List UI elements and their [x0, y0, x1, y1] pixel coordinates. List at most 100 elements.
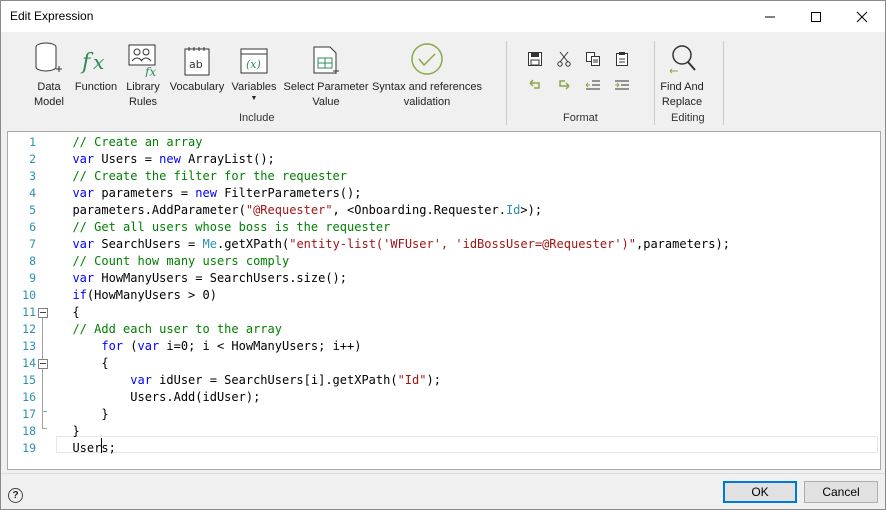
vocabulary-label: Vocabulary	[169, 81, 225, 93]
minimize-button[interactable]	[747, 1, 793, 32]
library-rules-icon: fx	[121, 37, 165, 77]
edit-expression-dialog: Edit Expression Data Model f x Function …	[0, 0, 886, 510]
maximize-icon	[811, 11, 821, 22]
find-replace-button[interactable]: Find And Replace	[657, 37, 707, 110]
select-parameter-icon	[283, 37, 369, 77]
ok-button[interactable]: OK	[723, 481, 797, 503]
line-number: 2	[29, 152, 36, 166]
cancel-button[interactable]: Cancel	[804, 481, 878, 503]
line-number: 5	[29, 203, 36, 217]
line-number: 1	[29, 135, 36, 149]
vocabulary-button[interactable]: ab Vocabulary	[167, 37, 227, 95]
code-line[interactable]: }	[58, 423, 880, 440]
line-number: 17	[22, 407, 36, 421]
line-number: 13	[22, 339, 36, 353]
code-line[interactable]: var Users = new ArrayList();	[58, 151, 880, 168]
fold-toggle[interactable]	[38, 308, 48, 318]
redo-icon[interactable]	[556, 77, 574, 95]
code-text[interactable]: // Create an array var Users = new Array…	[58, 134, 880, 457]
format-group-label: Format	[563, 112, 598, 124]
minimize-icon	[765, 16, 775, 17]
ribbon-divider	[723, 41, 724, 125]
indent-icon[interactable]	[614, 77, 632, 95]
line-number: 4	[29, 186, 36, 200]
line-number: 19	[22, 441, 36, 455]
code-line[interactable]: var SearchUsers = Me.getXPath("entity-li…	[58, 236, 880, 253]
line-number: 18	[22, 424, 36, 438]
function-button[interactable]: f x Function	[73, 37, 119, 95]
code-line[interactable]: }	[58, 406, 880, 423]
select-parameter-label: Select Parameter Value	[283, 81, 369, 108]
validation-check-icon	[371, 37, 483, 77]
function-label: Function	[74, 81, 118, 93]
code-editor[interactable]: 1 2 3 4 5 6 7 8 9 10 11 12 13 14 15 16 17 18 19 // Create …	[7, 131, 881, 470]
ribbon-divider	[654, 41, 655, 125]
variables-icon: (x)	[229, 37, 279, 77]
svg-text:x: x	[93, 50, 104, 74]
variables-button[interactable]: (x) Variables ▼	[229, 37, 279, 103]
fold-guide-end	[42, 428, 47, 429]
svg-text:(x): (x)	[246, 58, 261, 71]
fold-toggle[interactable]	[38, 359, 48, 369]
svg-text:ab: ab	[189, 58, 203, 71]
library-rules-label: Library Rules	[126, 81, 160, 108]
chevron-down-icon: ▼	[250, 95, 258, 102]
paste-icon[interactable]	[614, 51, 632, 69]
outdent-icon[interactable]	[585, 77, 603, 95]
data-model-icon	[29, 37, 69, 77]
code-line[interactable]: {	[58, 355, 880, 372]
maximize-button[interactable]	[793, 1, 839, 32]
find-replace-icon	[657, 37, 707, 77]
line-number: 8	[29, 254, 36, 268]
include-group-label: Include	[239, 112, 275, 124]
data-model-button[interactable]: Data Model	[29, 37, 69, 110]
code-line[interactable]: // Create the filter for the requester	[58, 168, 880, 185]
code-line[interactable]: if(HowManyUsers > 0)	[58, 287, 880, 304]
line-number: 6	[29, 220, 36, 234]
library-rules-button[interactable]: fx Library Rules	[121, 37, 165, 110]
code-line[interactable]: parameters.AddParameter("@Requester", <O…	[58, 202, 880, 219]
ribbon-toolbar: Data Model f x Function fx Library Rules	[7, 37, 847, 125]
function-icon: f x	[73, 37, 119, 77]
code-line[interactable]: Users.Add(idUser);	[58, 389, 880, 406]
code-line[interactable]: {	[58, 304, 880, 321]
code-line[interactable]: // Create an array	[58, 134, 880, 151]
svg-text:fx: fx	[144, 65, 156, 77]
line-number: 9	[29, 271, 36, 285]
variables-label: Variables	[231, 81, 277, 93]
editing-group-label: Editing	[671, 112, 705, 124]
code-line[interactable]: // Get all users whose boss is the reque…	[58, 219, 880, 236]
syntax-validation-button[interactable]: Syntax and references validation	[371, 37, 483, 110]
svg-text:f: f	[80, 50, 94, 75]
select-parameter-value-button[interactable]: Select Parameter Value	[283, 37, 369, 110]
fold-guide-end	[42, 411, 47, 412]
copy-icon[interactable]	[585, 51, 603, 69]
line-number: 7	[29, 237, 36, 251]
code-line[interactable]: for (var i=0; i < HowManyUsers; i++)	[58, 338, 880, 355]
undo-icon[interactable]	[527, 77, 545, 95]
line-number: 16	[22, 390, 36, 404]
line-number-gutter: 1 2 3 4 5 6 7 8 9 10 11 12 13 14 15 16 17 18 19	[8, 132, 38, 469]
text-caret	[101, 438, 102, 453]
title-bar: Edit Expression	[1, 1, 885, 32]
line-number: 14	[22, 356, 36, 370]
help-icon[interactable]: ?	[8, 488, 23, 503]
line-number: 10	[22, 288, 36, 302]
line-number: 15	[22, 373, 36, 387]
ribbon-divider	[506, 41, 507, 125]
code-line[interactable]: Users;	[58, 440, 880, 457]
code-line[interactable]: // Add each user to the array	[58, 321, 880, 338]
close-icon	[856, 11, 868, 22]
window-title: Edit Expression	[10, 9, 94, 23]
line-number: 12	[22, 322, 36, 336]
data-model-label: Data Model	[34, 81, 64, 108]
save-icon[interactable]	[527, 51, 545, 69]
cut-icon[interactable]	[556, 51, 574, 69]
code-line[interactable]: var HowManyUsers = SearchUsers.size();	[58, 270, 880, 287]
syntax-validation-label: Syntax and references validation	[371, 81, 483, 108]
close-button[interactable]	[839, 1, 885, 32]
code-line[interactable]: // Count how many users comply	[58, 253, 880, 270]
code-line[interactable]: var idUser = SearchUsers[i].getXPath("Id…	[58, 372, 880, 389]
code-line[interactable]: var parameters = new FilterParameters();	[58, 185, 880, 202]
line-number: 3	[29, 169, 36, 183]
